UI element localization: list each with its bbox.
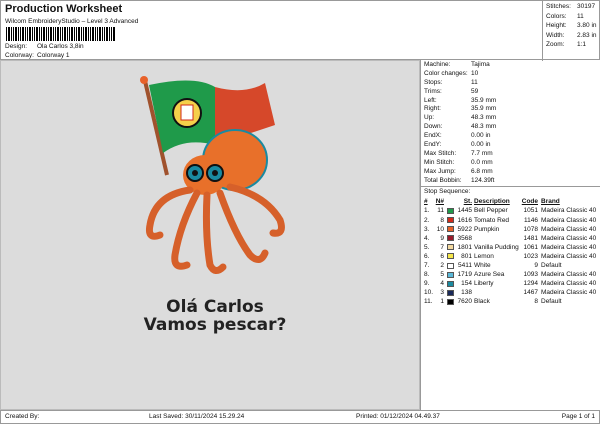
- stop-sequence-row: 9. 4 154 Liberty 1294 Madeira Classic 40: [424, 280, 597, 288]
- design-stats: Stitches: 30197 Colors: 11 Height: 3.80 in Wid…: [542, 1, 600, 61]
- machine-info-row: Max Jump: 6.8 mm: [424, 167, 493, 175]
- stop-sequence-row: 1. 11 1445 Bell Pepper 1051 Madeira Classic 4…: [424, 207, 597, 215]
- footer: Created By: Last Saved: 30/11/2024 15.29…: [0, 410, 600, 424]
- octopus-flag-illustration: [140, 76, 285, 274]
- stop-sequence-row: 6. 6 801 Lemon 1023 Madeira Classic 40: [424, 252, 597, 260]
- design-name: Design: Ola Carlos 3,8in: [5, 43, 84, 50]
- stop-sequence-header: # N# St. Description Code Brand: [424, 198, 560, 206]
- color-swatch: [447, 298, 454, 305]
- color-swatch: [447, 253, 454, 260]
- color-swatch: [447, 217, 454, 224]
- machine-info-panel: Machine: Tajima Color changes: 10 Stops: 11 Tr…: [420, 60, 600, 410]
- stop-sequence-title: Stop Sequence:: [424, 188, 471, 196]
- stop-sequence-row: 2. 8 1616 Tomato Red 1146 Madeira Classic 40: [424, 216, 597, 224]
- color-swatch: [447, 289, 454, 296]
- color-swatch: [447, 280, 454, 287]
- machine-info-row: Color changes: 10: [424, 69, 479, 77]
- embroidery-design: Olá Carlos Vamos pescar?: [135, 75, 295, 345]
- colorway: Colorway: Colorway 1: [5, 52, 70, 59]
- stat-row: Stitches: 30197: [546, 3, 596, 10]
- machine-info-row: Min Stitch: 0.0 mm: [424, 158, 493, 166]
- stop-sequence-row: 8. 5 1719 Azure Sea 1093 Madeira Classic 40: [424, 271, 597, 279]
- machine-info-row: Total Bobbin: 124.39ft: [424, 176, 495, 184]
- color-swatch: [447, 235, 454, 242]
- stop-sequence-row: 11. 1 7620 Black 8 Default: [424, 298, 562, 306]
- design-text-line1: Olá Carlos: [166, 297, 264, 317]
- created-by: Created By:: [5, 413, 40, 420]
- barcode: [6, 27, 116, 41]
- stat-row: Width: 2.83 in: [546, 31, 597, 39]
- stop-sequence-row: 7. 2 5411 White 9 Default: [424, 262, 562, 270]
- stop-sequence-row: 3. 10 5922 Pumpkin 1078 Madeira Classic 40: [424, 225, 597, 233]
- stat-row: Colors: 11: [546, 12, 584, 20]
- color-swatch: [447, 262, 454, 269]
- machine-info-row: Up: 48.3 mm: [424, 114, 497, 122]
- page-title: Production Worksheet: [5, 3, 123, 15]
- machine-info-row: Max Stitch: 7.7 mm: [424, 149, 493, 157]
- stat-row: Height: 3.80 in: [546, 22, 597, 29]
- color-swatch: [447, 244, 454, 251]
- color-swatch: [447, 226, 454, 233]
- stop-sequence-row: 10. 3 138 1467 Madeira Classic 40: [424, 289, 597, 297]
- worksheet-header: Production Worksheet Wilcom EmbroiderySt…: [0, 0, 600, 61]
- stop-sequence-row: 5. 7 1801 Vanilla Pudding 1061 Madeira Classi…: [424, 243, 597, 251]
- machine-info-row: EndY: 0.00 in: [424, 141, 491, 149]
- last-saved: Last Saved: 30/11/2024 15.29.24: [149, 413, 245, 420]
- page-number: Page 1 of 1: [561, 413, 595, 420]
- machine-info-row: Left: 35.9 mm: [424, 96, 497, 104]
- stat-row: Zoom: 1:1: [546, 41, 587, 48]
- printed-date: Printed: 01/12/2024 04.49.37: [356, 413, 440, 420]
- machine-info-row: Down: 48.3 mm: [424, 123, 497, 131]
- stop-sequence: Stop Sequence: # N# St. Description Code Br…: [421, 186, 600, 306]
- design-text-line2: Vamos pescar?: [143, 315, 287, 335]
- machine-info-row: Machine: Tajima: [424, 61, 490, 68]
- machine-info-row: Stops: 11: [424, 78, 478, 86]
- software-name: Wilcom EmbroideryStudio – Level 3 Advanc…: [5, 18, 139, 25]
- stop-sequence-row: 4. 9 3568 1481 Madeira Classic 40: [424, 234, 597, 242]
- color-swatch: [447, 271, 454, 278]
- machine-info-row: Trims: 59: [424, 87, 479, 95]
- machine-info-row: EndX: 0.00 in: [424, 132, 491, 140]
- machine-info-row: Right: 35.9 mm: [424, 105, 497, 113]
- color-swatch: [447, 207, 454, 214]
